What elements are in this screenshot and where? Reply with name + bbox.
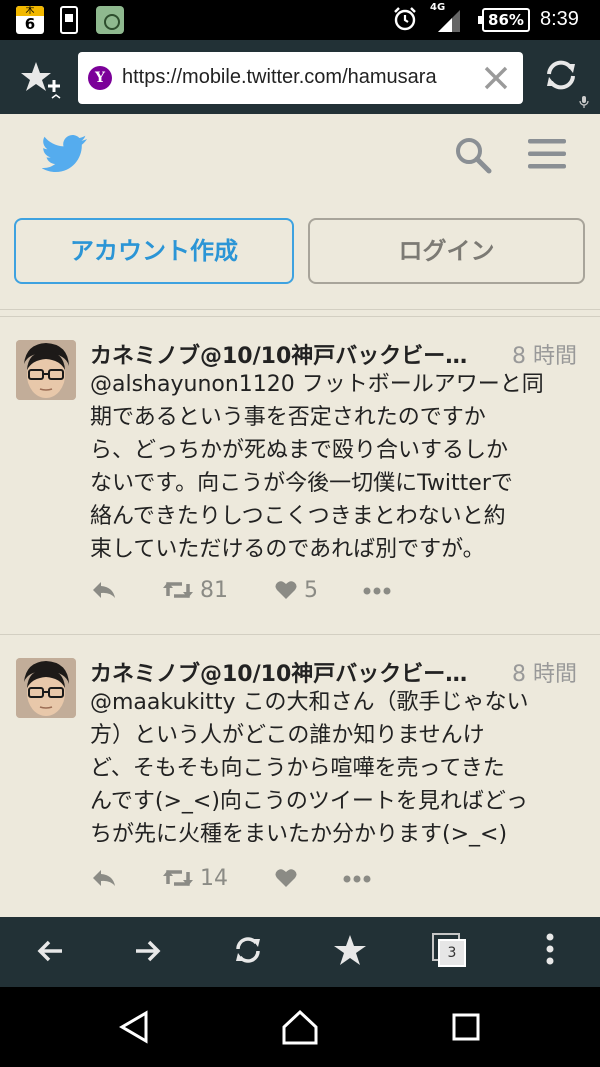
tweet-text-line: ちが先に火種をまいたか分かります(>_<) xyxy=(90,822,508,847)
home-icon[interactable] xyxy=(280,1007,320,1047)
overflow-menu-icon[interactable] xyxy=(528,929,572,973)
tweet-text-line: 期であるという事を否定されたのですか xyxy=(90,405,486,430)
like-button[interactable] xyxy=(274,864,324,894)
reply-button[interactable] xyxy=(90,576,120,606)
system-nav-bar xyxy=(0,987,600,1067)
tweet-author[interactable]: カネミノブ@10/10神戸バックビー… xyxy=(90,338,498,370)
login-button[interactable]: ログイン xyxy=(308,218,585,284)
tweet-text: @alshayunon1120 フットボールアワーと同 期であるという事を否定さ… xyxy=(90,368,590,566)
tweet-actions: 81 5 xyxy=(90,576,410,606)
avatar[interactable] xyxy=(16,658,76,718)
clock: 8:39 xyxy=(540,8,579,30)
calendar-icon: 木 6 xyxy=(16,6,44,34)
reply-button[interactable] xyxy=(90,864,120,894)
recents-icon[interactable] xyxy=(446,1007,486,1047)
signal-icon xyxy=(438,10,460,32)
tab-switcher-button[interactable]: 3 xyxy=(432,933,466,967)
more-button[interactable] xyxy=(342,864,374,894)
bookmark-add-icon[interactable] xyxy=(18,58,62,102)
like-button[interactable]: 5 xyxy=(274,576,324,606)
retweet-icon xyxy=(163,870,193,886)
tweet-text: @maakukitty この大和さん（歌手じゃない 方）という人がどこの誰か知り… xyxy=(90,686,590,851)
site-favicon: Y xyxy=(88,66,112,90)
tweet-text-line: んです(>_<)向こうのツイートを見ればどっ xyxy=(90,789,528,814)
tweet-text-line: 絡んできたりしつこくつきまとわないと約 xyxy=(90,504,506,529)
divider xyxy=(0,316,600,317)
twitter-bird-logo[interactable] xyxy=(42,134,88,174)
tweet-text-line: @maakukitty この大和さん（歌手じゃない xyxy=(90,690,529,715)
tweet-text-line: ど、そもそも向こうから喧嘩を売ってきた xyxy=(90,756,505,781)
app-notification-icon xyxy=(96,6,124,34)
mic-icon[interactable] xyxy=(579,96,589,108)
tab-count: 3 xyxy=(438,939,466,967)
more-icon xyxy=(343,875,371,883)
menu-icon[interactable] xyxy=(526,136,568,172)
retweet-button[interactable]: 81 xyxy=(162,576,232,606)
tweet[interactable]: カネミノブ@10/10神戸バックビー… 8 時間 @maakukitty この大… xyxy=(0,630,600,917)
heart-icon xyxy=(275,581,297,599)
reload-icon[interactable] xyxy=(544,58,578,92)
reply-icon xyxy=(93,582,115,598)
retweet-button[interactable]: 14 xyxy=(162,864,232,894)
tweet[interactable]: カネミノブ@10/10神戸バックビー… 8 時間 @alshayunon1120… xyxy=(0,310,600,630)
avatar-image xyxy=(16,340,76,400)
timeline: カネミノブ@10/10神戸バックビー… 8 時間 @alshayunon1120… xyxy=(0,310,600,917)
more-button[interactable] xyxy=(362,576,394,606)
heart-icon xyxy=(275,869,297,887)
back-icon[interactable] xyxy=(114,1007,154,1047)
battery-indicator: 86% xyxy=(478,8,530,32)
reload-icon[interactable] xyxy=(226,929,270,973)
phone-icon xyxy=(60,6,78,34)
address-bar[interactable]: Y https://mobile.twitter.com/hamusara xyxy=(78,52,523,104)
divider xyxy=(0,634,600,635)
like-count: 5 xyxy=(304,578,318,603)
tweet-time[interactable]: 8 時間 xyxy=(512,338,592,370)
calendar-day-number: 6 xyxy=(24,15,36,33)
tweet-text-line: @alshayunon1120 フットボールアワーと同 xyxy=(90,372,544,397)
clear-url-icon[interactable] xyxy=(482,64,510,92)
forward-arrow-icon[interactable] xyxy=(128,929,172,973)
twitter-header: アカウント作成 ログイン xyxy=(0,114,600,310)
retweet-icon xyxy=(163,582,193,598)
browser-bottom-bar: 3 xyxy=(0,917,600,987)
tweet-text-line: 方）という人がどこの誰か知りませんけ xyxy=(90,723,485,748)
tweet-text-line: ないです。向こうが今後一切僕にTwitterで xyxy=(90,471,513,496)
tweet-actions: 14 xyxy=(90,864,410,894)
tweet-text-line: 束していただけるのであれば別ですが。 xyxy=(90,537,485,562)
more-icon xyxy=(363,587,391,595)
signup-button[interactable]: アカウント作成 xyxy=(14,218,294,284)
alarm-icon xyxy=(394,7,416,31)
tweet-author[interactable]: カネミノブ@10/10神戸バックビー… xyxy=(90,656,498,688)
retweet-count: 81 xyxy=(200,578,228,603)
bookmark-star-icon[interactable] xyxy=(328,929,372,973)
tweet-time[interactable]: 8 時間 xyxy=(512,656,592,688)
back-arrow-icon[interactable] xyxy=(30,929,74,973)
retweet-count: 14 xyxy=(200,866,228,891)
browser-toolbar: Y https://mobile.twitter.com/hamusara xyxy=(0,40,600,114)
avatar[interactable] xyxy=(16,340,76,400)
tweet-text-line: ら、どっちかが死ぬまで殴り合いするしか xyxy=(90,438,509,463)
url-text[interactable]: https://mobile.twitter.com/hamusara xyxy=(122,66,470,89)
search-icon[interactable] xyxy=(454,136,492,174)
avatar-image xyxy=(16,658,76,718)
status-bar: 木 6 4G 86% 8:39 xyxy=(0,0,600,40)
reply-icon xyxy=(93,870,115,886)
